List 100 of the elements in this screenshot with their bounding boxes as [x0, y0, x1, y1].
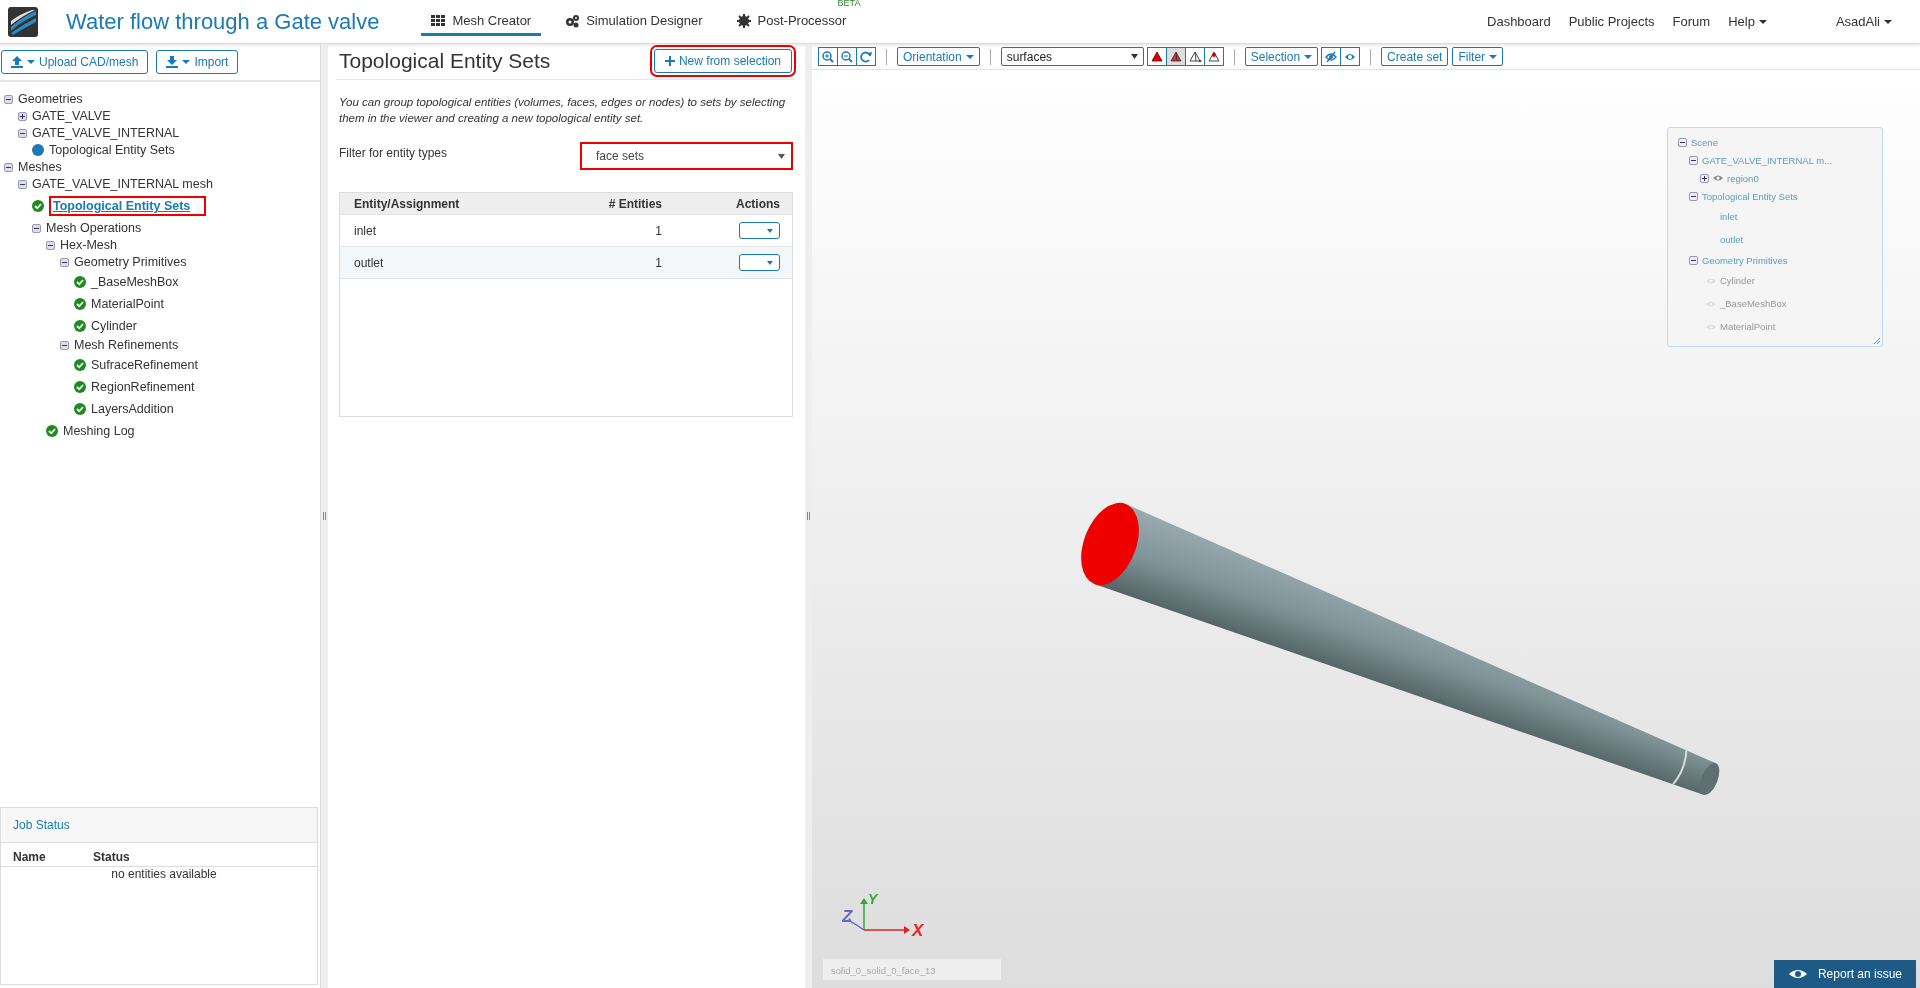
check-circle-icon [74, 319, 86, 332]
reset-view-button[interactable] [856, 47, 876, 66]
cylinder-drawing[interactable] [1081, 502, 1720, 796]
filter-dropdown[interactable]: Filter [1452, 47, 1504, 66]
tree-item[interactable]: Cylinder [91, 318, 137, 333]
entity-type-dropdown[interactable]: face sets [580, 142, 793, 170]
upload-icon [11, 56, 23, 68]
report-issue-button[interactable]: Report an issue [1773, 960, 1916, 988]
column-header: # Entities [607, 196, 663, 211]
collapse-icon[interactable] [46, 240, 55, 250]
hide-button[interactable] [1321, 47, 1342, 66]
upload-button[interactable]: Upload CAD/mesh [1, 50, 149, 74]
orientation-dropdown[interactable]: Orientation [897, 47, 980, 66]
render-mode-button[interactable] [1146, 47, 1167, 66]
column-header: Name [12, 849, 47, 866]
empty-message: no entities available [110, 867, 218, 881]
create-set-button[interactable]: Create set [1381, 47, 1449, 66]
tree-item[interactable]: Hex-Mesh [60, 238, 117, 252]
import-button[interactable]: Import [156, 50, 239, 74]
tree-item[interactable]: GATE_VALVE [32, 109, 111, 123]
tree-item[interactable]: SufraceRefinement [91, 357, 198, 372]
caret-icon [767, 228, 773, 233]
caret-icon [767, 260, 773, 265]
collapse-icon[interactable] [1678, 137, 1687, 147]
tree-item[interactable]: Meshes [18, 160, 62, 174]
collapse-icon[interactable] [1689, 155, 1698, 165]
tree-item[interactable]: Meshing Log [63, 423, 135, 438]
collapse-icon[interactable] [18, 128, 27, 138]
nav-tab[interactable]: Simulation Designer [555, 7, 713, 36]
check-circle-icon [74, 297, 86, 310]
collapse-icon[interactable] [1689, 255, 1698, 265]
app-logo[interactable] [8, 6, 38, 37]
tree-item[interactable]: Topological Entity Sets [49, 143, 175, 157]
collapse-icon[interactable] [1689, 191, 1698, 201]
caret-icon [778, 153, 785, 159]
nav-link[interactable]: Dashboard [1487, 14, 1551, 29]
splitter-handle[interactable] [323, 512, 326, 520]
tree-item[interactable]: Mesh Refinements [74, 338, 179, 352]
zoom-in-button[interactable] [818, 47, 838, 66]
nav-link[interactable]: Public Projects [1568, 14, 1655, 29]
wireframe-pyramid-icon [1188, 50, 1201, 63]
panel-title: Job Status [1, 808, 317, 843]
zoom-out-icon [841, 50, 853, 63]
axis-label: Z [842, 907, 853, 926]
description-text: You can group topological entities (volumes, faces, edges or nodes) to sets by selecting them in the viewer and creating a new topological entity set. [339, 95, 787, 126]
solid-pyramid-icon [1150, 50, 1163, 63]
collapse-icon[interactable] [60, 257, 69, 267]
tree-item[interactable]: MaterialPoint [91, 296, 164, 311]
expand-icon[interactable] [1700, 173, 1709, 183]
collapse-icon[interactable] [4, 94, 13, 104]
selection-dropdown[interactable]: Selection [1244, 47, 1319, 66]
gears-icon [565, 13, 580, 28]
nav-tab[interactable]: Post-Processor [726, 7, 857, 36]
tree-item[interactable]: GATE_VALVE_INTERNAL mesh [32, 177, 213, 191]
nav-link[interactable]: Forum [1672, 14, 1711, 29]
user-menu[interactable]: AsadAli [1835, 14, 1892, 29]
show-button[interactable] [1340, 47, 1361, 66]
nav-tab[interactable]: Mesh Creator [421, 7, 542, 36]
help-menu[interactable]: Help [1728, 14, 1767, 29]
display-mode-dropdown[interactable]: surfaces [1000, 47, 1144, 66]
beta-label: BETA [837, 0, 861, 8]
collapse-icon[interactable] [4, 162, 13, 172]
caret-icon [1130, 54, 1138, 59]
filter-label: Filter for entity types [339, 146, 448, 160]
grid-icon [431, 13, 446, 28]
download-icon [166, 56, 179, 68]
eye-icon[interactable] [1713, 174, 1723, 182]
table-cell-text: inlet [353, 223, 377, 238]
tree-item[interactable]: Mesh Operations [46, 221, 142, 235]
check-circle-icon [74, 275, 86, 288]
refresh-icon [860, 50, 872, 63]
zoom-out-button[interactable] [837, 47, 857, 66]
collapse-icon[interactable] [32, 223, 41, 233]
tree-item[interactable]: Geometries [18, 92, 83, 106]
column-header: Actions [735, 196, 781, 211]
collapse-icon[interactable] [18, 179, 27, 189]
check-circle-icon [74, 358, 86, 371]
check-circle-icon [74, 402, 86, 415]
column-header: Status [92, 849, 131, 866]
points-pyramid-icon [1207, 50, 1220, 63]
axis-label: X [912, 921, 924, 940]
resize-grip-icon[interactable] [1874, 338, 1880, 344]
tree-item[interactable]: LayersAddition [91, 401, 174, 416]
table-cell-text: 1 [654, 223, 663, 238]
collapse-icon[interactable] [60, 340, 69, 350]
picked-entity-field: solid_0_solid_0_face_13 [822, 958, 1002, 981]
actions-dropdown[interactable] [739, 222, 780, 239]
tree-item[interactable]: GATE_VALVE_INTERNAL [32, 126, 180, 140]
splitter-handle[interactable] [807, 512, 810, 520]
tree-item[interactable]: Topological Entity Sets [49, 196, 207, 216]
expand-icon[interactable] [18, 111, 27, 121]
actions-dropdown[interactable] [739, 254, 780, 271]
table-cell-text: outlet [353, 255, 385, 270]
tree-item[interactable]: RegionRefinement [91, 379, 195, 394]
plus-icon [664, 56, 675, 66]
tree-item[interactable]: Geometry Primitives [74, 255, 187, 269]
eye-icon [1787, 967, 1808, 981]
table-cell-text: 1 [654, 255, 663, 270]
check-circle-icon [46, 424, 58, 437]
tree-item[interactable]: _BaseMeshBox [91, 274, 179, 289]
